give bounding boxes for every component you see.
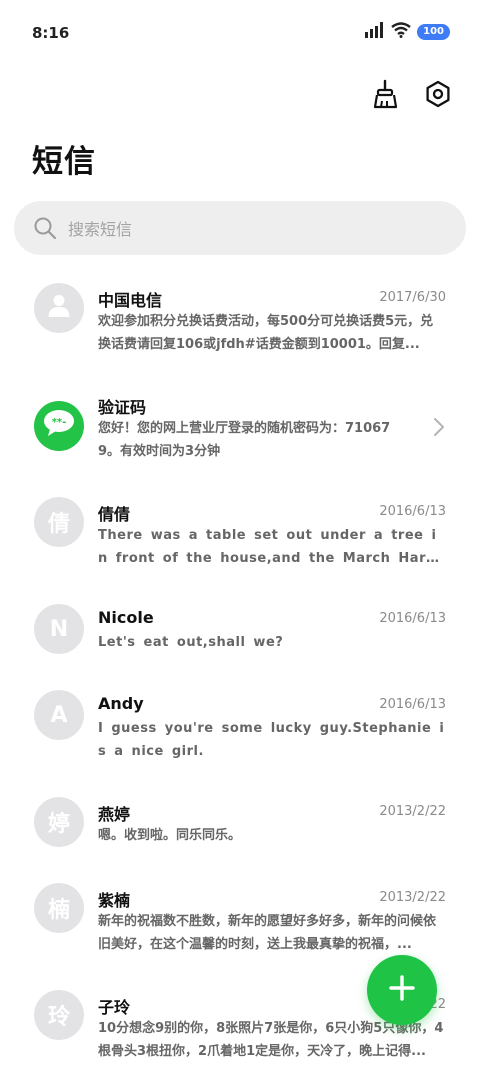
broom-icon[interactable] — [368, 76, 404, 112]
list-item[interactable]: 倩 倩倩 2016/6/13 There was a table set out… — [0, 486, 480, 586]
plus-icon — [387, 973, 417, 1007]
conversation-preview: 您好！您的网上营业厅登录的随机密码为：710679。有效时间为3分钟 — [98, 421, 391, 459]
list-item[interactable]: A Andy 2016/6/13 I guess you're some luc… — [0, 679, 480, 779]
status-bar: 8:16 100 — [0, 0, 480, 68]
avatar: **- — [34, 401, 84, 451]
avatar: A — [34, 690, 84, 740]
conversation-preview: I guess you're some lucky guy.Stephanie … — [98, 721, 445, 759]
search-input[interactable]: 搜索短信 — [14, 201, 466, 255]
search-icon — [32, 215, 58, 241]
settings-icon[interactable] — [420, 76, 456, 112]
conversation-date: 2016/6/13 — [379, 697, 446, 712]
page-title: 短信 — [32, 144, 96, 180]
conversation-preview: Let's eat out,shall we? — [98, 635, 284, 650]
person-icon — [46, 292, 72, 324]
status-icons: 100 — [365, 22, 450, 42]
avatar: 倩 — [34, 497, 84, 547]
message-bubble-icon: **- — [42, 408, 76, 444]
conversation-name: 中国电信 — [98, 291, 163, 310]
list-item[interactable]: 婷 燕婷 2013/2/22 嗯。收到啦。同乐同乐。 — [0, 786, 480, 866]
avatar: 玲 — [34, 990, 84, 1040]
conversation-name: 燕婷 — [98, 805, 131, 824]
wifi-icon — [391, 22, 411, 42]
conversation-date: 2013/2/22 — [379, 804, 446, 819]
conversation-date: 2013/2/22 — [379, 890, 446, 905]
avatar: N — [34, 604, 84, 654]
svg-text:**-: **- — [52, 417, 67, 428]
conversation-name: Andy — [98, 694, 144, 713]
signal-icon — [365, 22, 385, 42]
chevron-right-icon — [432, 417, 446, 437]
conversation-name: 紫楠 — [98, 891, 131, 910]
battery-icon: 100 — [417, 24, 450, 40]
conversation-preview: 欢迎参加积分兑换话费活动，每500分可兑换话费5元，兑换话费请回复106或jfd… — [98, 314, 434, 352]
conversation-preview: There was a table set out under a tree i… — [98, 528, 437, 566]
conversation-name: 倩倩 — [98, 505, 131, 524]
list-item[interactable]: N Nicole 2016/6/13 Let's eat out,shall w… — [0, 593, 480, 673]
avatar — [34, 283, 84, 333]
conversation-preview: 嗯。收到啦。同乐同乐。 — [98, 828, 242, 843]
conversation-date: 2016/6/13 — [379, 611, 446, 626]
conversation-date: 2017/6/30 — [379, 290, 446, 305]
list-item[interactable]: 中国电信 2017/6/30 欢迎参加积分兑换话费活动，每500分可兑换话费5元… — [0, 272, 480, 372]
status-time: 8:16 — [32, 24, 70, 42]
conversation-name: 验证码 — [98, 398, 147, 417]
conversation-date: 2016/6/13 — [379, 504, 446, 519]
avatar: 楠 — [34, 883, 84, 933]
avatar: 婷 — [34, 797, 84, 847]
new-message-button[interactable] — [367, 955, 437, 1025]
list-item[interactable]: **- 验证码 您好！您的网上营业厅登录的随机密码为：710679。有效时间为3… — [0, 379, 480, 479]
conversation-name: Nicole — [98, 608, 154, 627]
search-placeholder: 搜索短信 — [68, 220, 133, 239]
conversation-preview: 新年的祝福数不胜数，新年的愿望好多好多，新年的问候依旧美好，在这个温馨的时刻，送… — [98, 914, 437, 952]
conversation-name: 子玲 — [98, 998, 131, 1017]
toolbar — [368, 76, 456, 112]
